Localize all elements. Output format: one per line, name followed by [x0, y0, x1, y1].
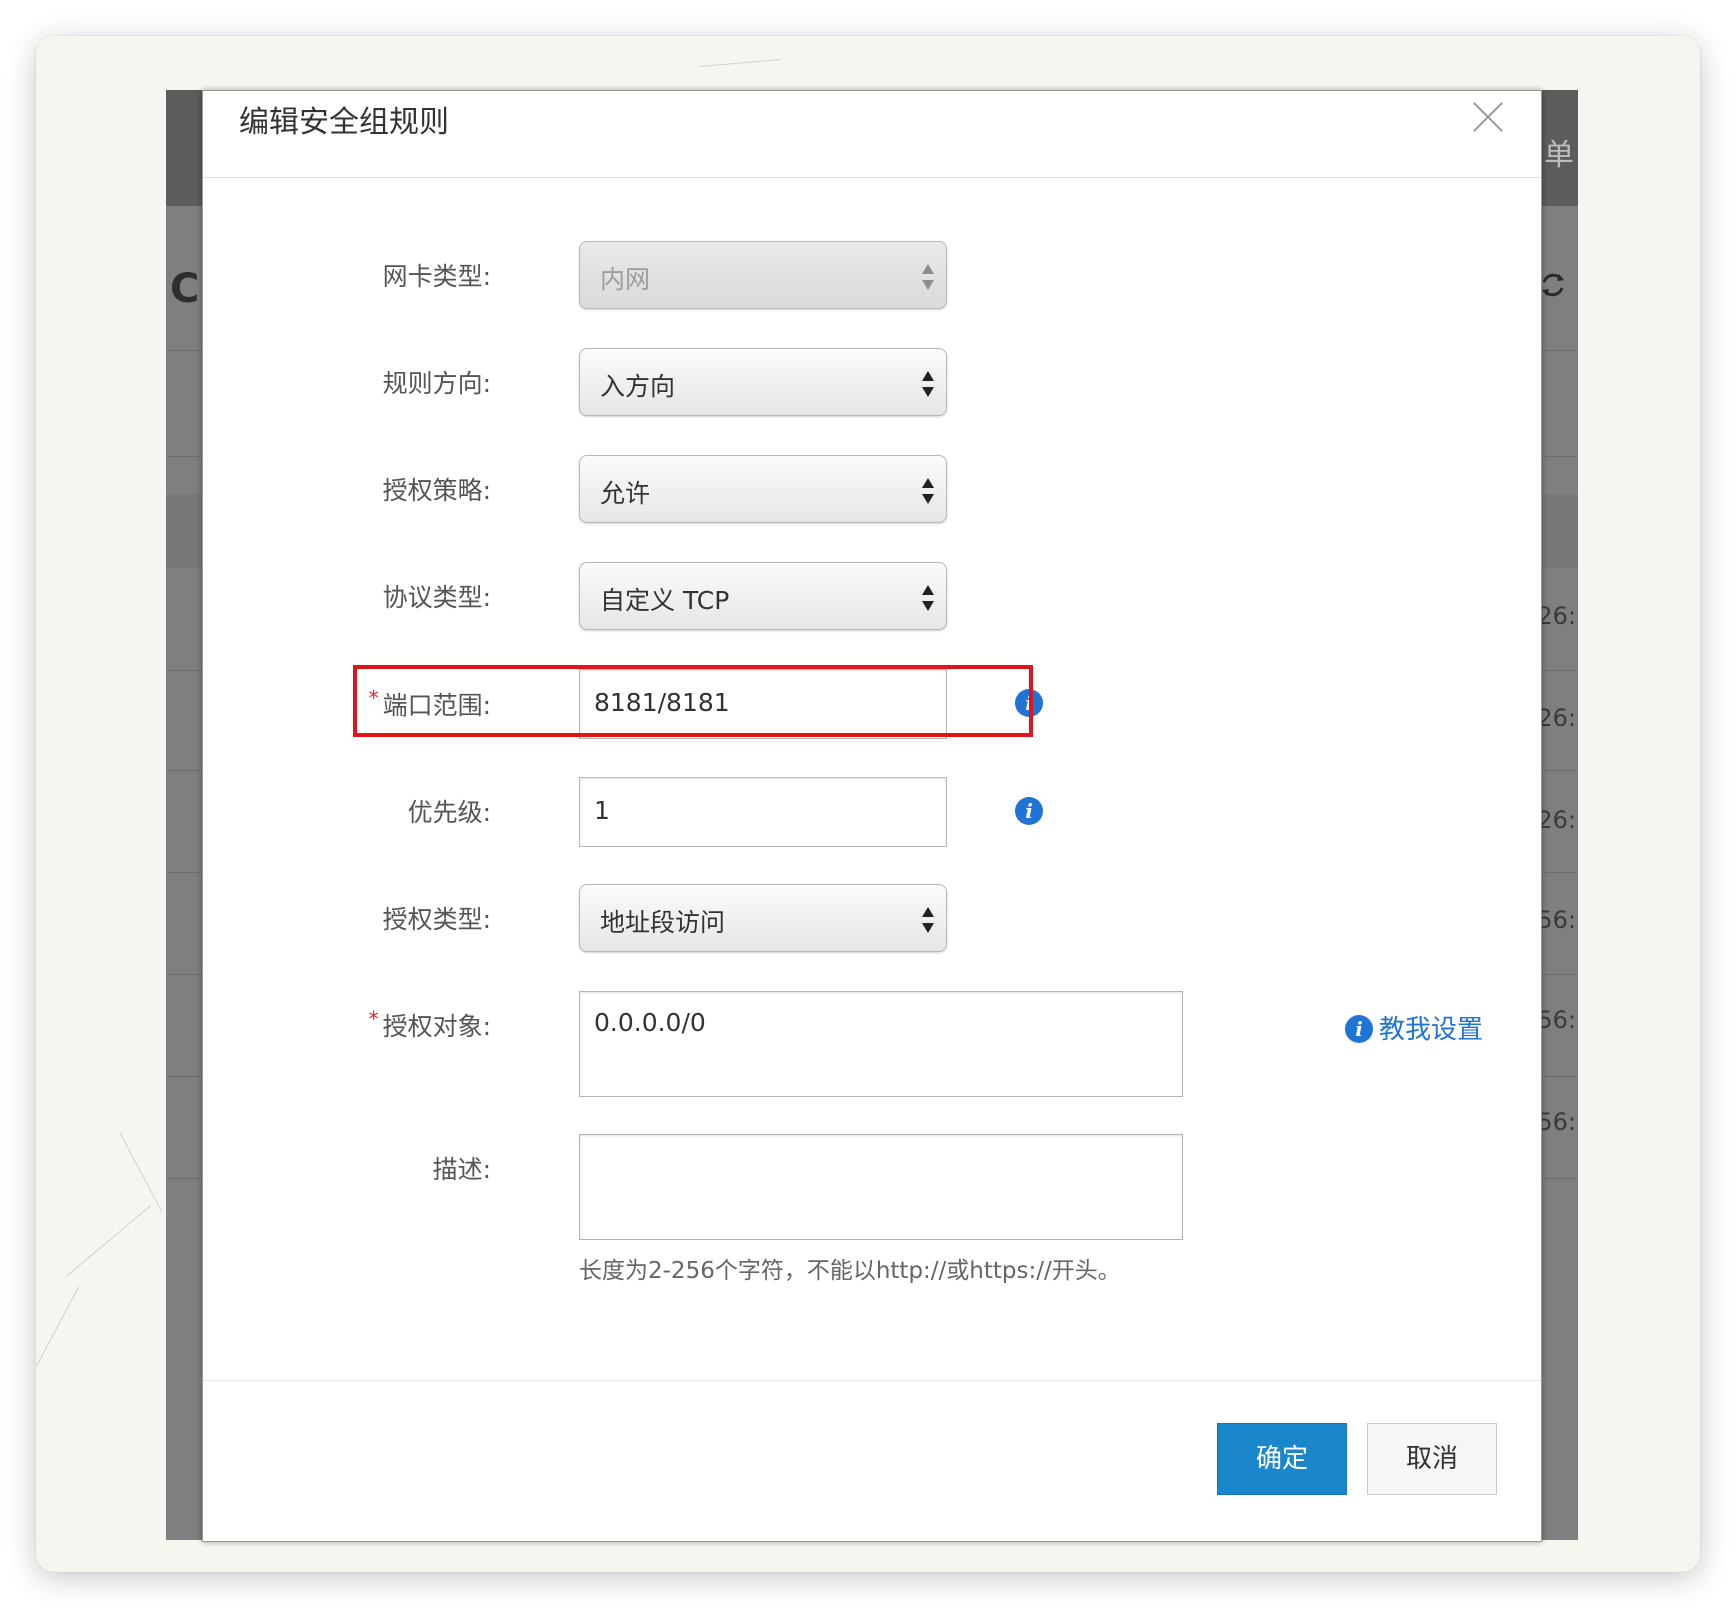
background-timestamp: 26:: [1537, 806, 1576, 834]
decor-line: [36, 1286, 80, 1367]
description-label: 描述:: [432, 1155, 491, 1184]
select-arrows-icon: [922, 907, 934, 933]
nic-type-value: 内网: [600, 265, 651, 294]
info-icon: i: [1345, 1014, 1373, 1043]
edit-security-rule-dialog: 编辑安全组规则 网卡类型: 内网 规则方向: 入方向 授权策略: 允许 协议类型…: [202, 90, 1542, 1542]
dialog-footer: 确定 取消: [203, 1380, 1541, 1541]
close-icon[interactable]: [1471, 99, 1505, 133]
priority-input[interactable]: 1: [579, 777, 947, 847]
direction-label: 规则方向:: [382, 369, 491, 398]
info-icon[interactable]: i: [1015, 797, 1043, 825]
direction-value: 入方向: [600, 372, 676, 401]
decor-line: [119, 1132, 163, 1212]
description-textarea[interactable]: [579, 1134, 1183, 1240]
select-arrows-icon: [922, 371, 934, 397]
protocol-label: 协议类型:: [382, 583, 491, 612]
priority-label: 优先级:: [407, 798, 491, 827]
policy-select[interactable]: 允许: [579, 455, 947, 523]
nic-type-select: 内网: [579, 241, 947, 309]
auth-type-label: 授权类型:: [382, 905, 491, 934]
auth-object-textarea[interactable]: 0.0.0.0/0: [579, 991, 1183, 1097]
policy-label: 授权策略:: [382, 476, 491, 505]
background-timestamp: 56:: [1537, 1006, 1576, 1034]
select-arrows-icon: [922, 478, 934, 504]
select-arrows-icon: [922, 585, 934, 611]
background-timestamp: 56:: [1537, 1108, 1576, 1136]
auth-object-label-text: 授权对象:: [382, 1012, 491, 1041]
dialog-title: 编辑安全组规则: [239, 105, 449, 140]
teach-me-setup-link[interactable]: i 教我设置: [1345, 1009, 1483, 1046]
required-mark: *: [368, 1007, 379, 1031]
direction-select[interactable]: 入方向: [579, 348, 947, 416]
annotation-highlight-box: [353, 665, 1033, 737]
confirm-button[interactable]: 确定: [1217, 1423, 1347, 1495]
select-arrows-icon: [922, 264, 934, 290]
background-timestamp: 26:: [1537, 602, 1576, 630]
teach-me-setup-text: 教我设置: [1379, 1015, 1484, 1045]
description-hint: 长度为2-256个字符，不能以http://或https://开头。: [579, 1258, 1121, 1284]
decor-line: [700, 59, 780, 67]
background-timestamp: 26:: [1537, 704, 1576, 732]
protocol-select[interactable]: 自定义 TCP: [579, 562, 947, 630]
background-header-text: 单: [1544, 138, 1574, 173]
background-title: C: [170, 266, 200, 312]
dialog-header: 编辑安全组规则: [203, 91, 1541, 178]
background-timestamp: 56:: [1537, 906, 1576, 934]
decor-line: [66, 1205, 151, 1277]
auth-type-select[interactable]: 地址段访问: [579, 884, 947, 952]
auth-object-label: * 授权对象:: [369, 1007, 491, 1043]
auth-type-value: 地址段访问: [600, 908, 726, 937]
policy-value: 允许: [600, 479, 651, 508]
cancel-button[interactable]: 取消: [1367, 1423, 1497, 1495]
protocol-value: 自定义 TCP: [600, 586, 730, 615]
refresh-icon: [1542, 273, 1564, 297]
nic-type-label: 网卡类型:: [382, 262, 491, 291]
